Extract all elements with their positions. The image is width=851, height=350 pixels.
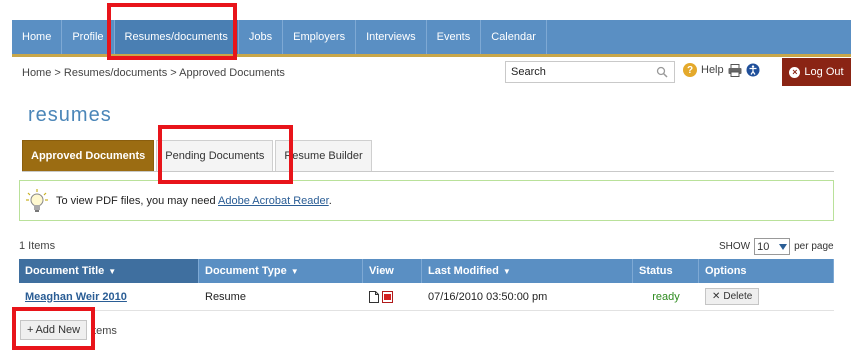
view-cell <box>363 283 422 310</box>
items-count: 1 Items <box>19 240 56 252</box>
breadcrumb: Home > Resumes/documents > Approved Docu… <box>22 67 285 79</box>
per-page-label: per page <box>794 241 834 252</box>
sort-down-icon: ▼ <box>108 266 117 276</box>
page-title: resumes <box>28 104 112 126</box>
notice-suffix: . <box>328 194 332 207</box>
document-title-link[interactable]: Meaghan Weir 2010 <box>25 291 127 303</box>
highlight-box-resumes-nav <box>107 3 237 60</box>
table-row: Meaghan Weir 2010 Resume 07/16/2010 03:5… <box>19 283 834 311</box>
sort-down-icon: ▼ <box>290 266 299 276</box>
document-type-cell: Resume <box>205 290 246 303</box>
per-page-control: SHOW 10 per page <box>719 238 834 255</box>
last-modified-cell: 07/16/2010 03:50:00 pm <box>428 290 548 303</box>
documents-table: Document Title ▼ Document Type ▼ View Last… <box>19 259 834 311</box>
sort-down-icon: ▼ <box>502 266 511 276</box>
chevron-down-icon <box>779 243 788 250</box>
logout-label: Log Out <box>804 66 844 78</box>
help-icon[interactable]: ? <box>683 63 697 77</box>
delete-button[interactable]: ✕ Delete <box>705 288 760 305</box>
col-last-modified[interactable]: Last Modified ▼ <box>422 259 633 283</box>
search-box <box>505 61 675 83</box>
help-link[interactable]: Help <box>701 64 724 76</box>
pdf-notice: To view PDF files, you may need Adobe Ac… <box>19 180 834 221</box>
nav-item-events[interactable]: Events <box>427 20 482 54</box>
nav-item-interviews[interactable]: Interviews <box>356 20 427 54</box>
lightbulb-icon <box>26 188 48 212</box>
status-badge: ready <box>652 290 680 303</box>
pdf-notice-text: To view PDF files, you may need Adobe Ac… <box>56 195 332 207</box>
logout-button[interactable]: × Log Out <box>782 58 851 86</box>
per-page-value: 10 <box>757 240 770 253</box>
nav-item-calendar[interactable]: Calendar <box>481 20 547 54</box>
notice-text: To view PDF files, you may need <box>56 194 219 207</box>
col-last-modified-label: Last Modified <box>428 265 499 277</box>
col-view: View <box>363 259 422 283</box>
show-label: SHOW <box>719 241 751 252</box>
nav-item-employers[interactable]: Employers <box>283 20 357 54</box>
pdf-icon[interactable] <box>382 290 393 303</box>
table-header: Document Title ▼ Document Type ▼ View Last… <box>19 259 834 283</box>
nav-item-home[interactable]: Home <box>12 20 63 54</box>
document-icon[interactable] <box>369 290 379 303</box>
highlight-box-add-new <box>12 307 95 350</box>
close-icon: × <box>789 66 801 78</box>
col-document-type-label: Document Type <box>205 265 287 277</box>
col-document-type[interactable]: Document Type ▼ <box>199 259 363 283</box>
nav-item-jobs[interactable]: Jobs <box>239 20 284 54</box>
options-cell: ✕ Delete <box>699 283 834 310</box>
search-input[interactable] <box>506 62 651 82</box>
delete-label: Delete <box>723 291 753 302</box>
acrobat-reader-link[interactable]: Adobe Acrobat Reader <box>218 195 329 207</box>
document-title-cell: Meaghan Weir 2010 <box>19 283 199 310</box>
search-icon[interactable] <box>656 66 668 78</box>
tab-approved-documents[interactable]: Approved Documents <box>22 140 155 171</box>
col-document-title[interactable]: Document Title ▼ <box>19 259 199 283</box>
delete-x-icon: ✕ <box>712 291 721 302</box>
col-options: Options <box>699 259 834 283</box>
col-status: Status <box>633 259 699 283</box>
col-document-title-label: Document Title <box>25 265 105 277</box>
accessibility-icon[interactable] <box>746 63 760 77</box>
per-page-select[interactable]: 10 <box>754 238 791 255</box>
print-icon[interactable] <box>728 63 742 77</box>
document-tabs: Approved Documents Pending Documents Res… <box>22 140 834 172</box>
highlight-box-pending-tab <box>158 125 293 184</box>
help-tools: ? Help <box>683 63 760 77</box>
